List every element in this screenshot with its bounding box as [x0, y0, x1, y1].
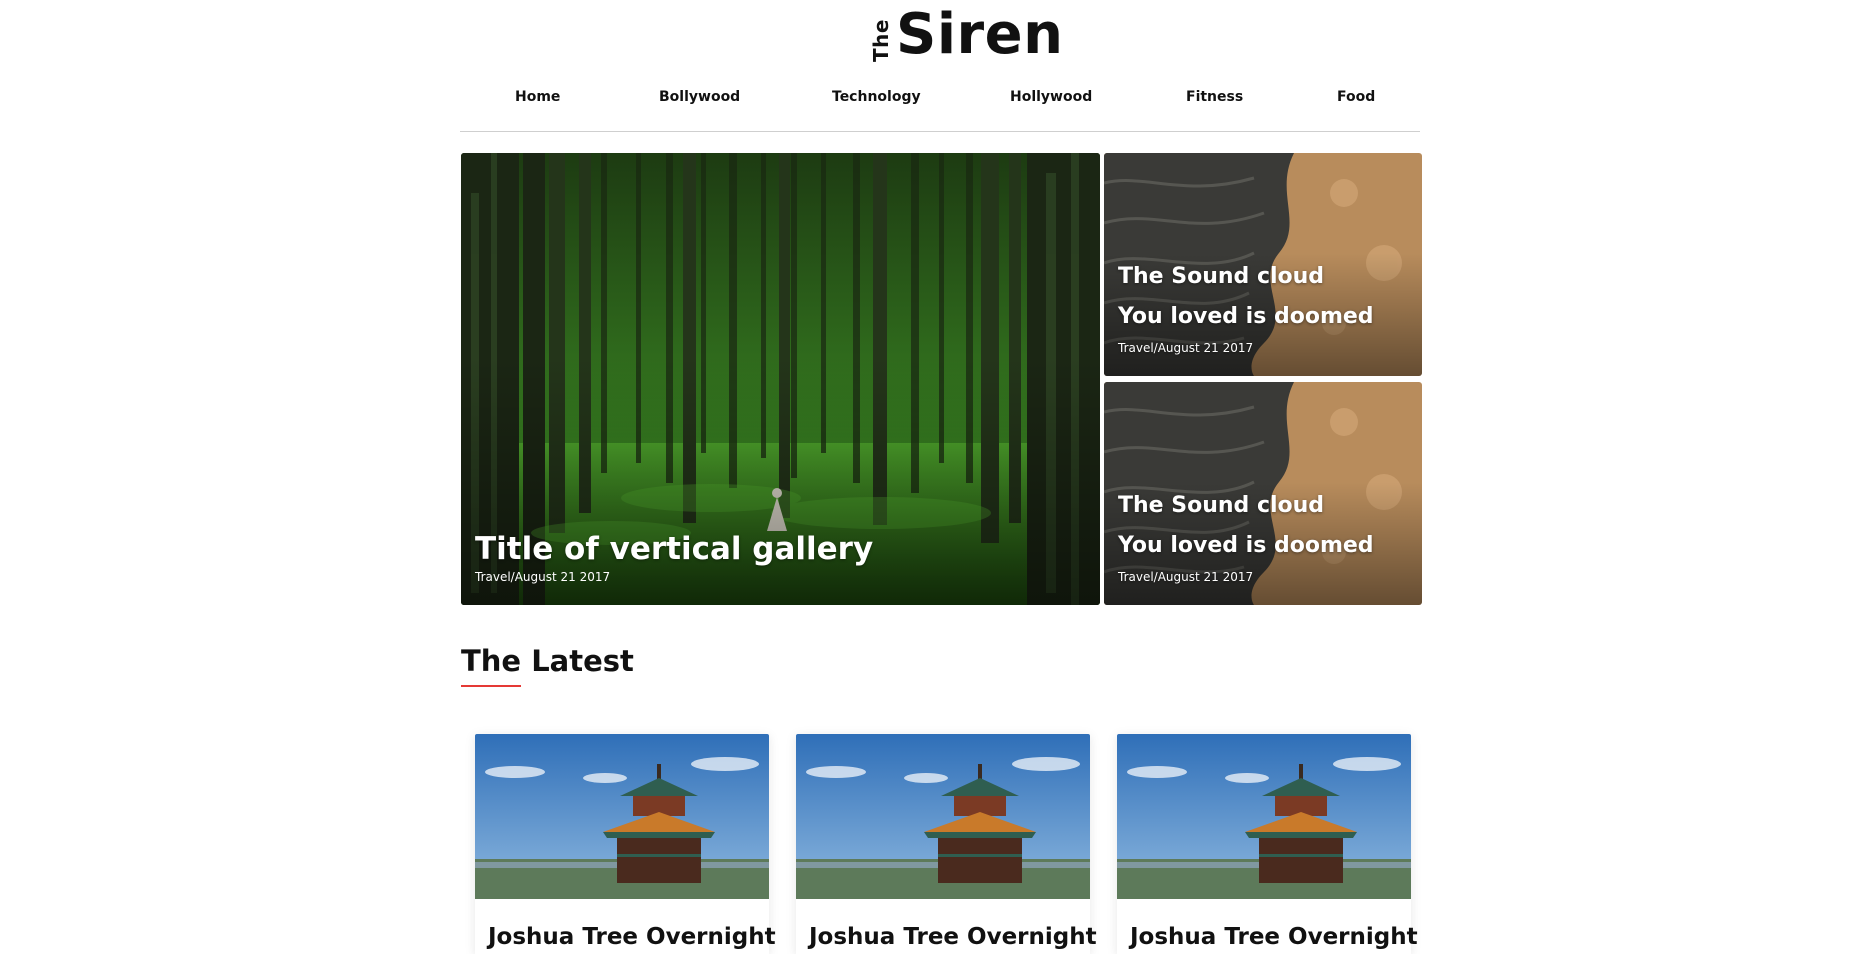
post-card[interactable]: Joshua Tree Overnight	[796, 734, 1097, 954]
nav-item-hollywood[interactable]: Hollywood	[1010, 89, 1092, 105]
main-nav: Home Bollywood Technology Hollywood Fitn…	[460, 89, 1420, 113]
post-thumbnail[interactable]	[796, 734, 1090, 899]
post-thumbnail[interactable]	[475, 734, 769, 899]
featured-side-card[interactable]: The Sound cloud You loved is doomed Trav…	[1104, 382, 1422, 605]
post-title[interactable]: Joshua Tree Overnight	[488, 924, 776, 950]
featured-main-title[interactable]: Title of vertical gallery	[475, 531, 873, 567]
post-thumbnail[interactable]	[1117, 734, 1411, 899]
pagoda-image	[475, 734, 769, 899]
logo-prefix: The	[869, 19, 893, 62]
site-logo[interactable]: The Siren	[0, 0, 1859, 80]
latest-heading: The Latest	[461, 644, 634, 678]
nav-item-home[interactable]: Home	[515, 89, 560, 105]
nav-item-bollywood[interactable]: Bollywood	[659, 89, 740, 105]
featured-main-card[interactable]: Title of vertical gallery Travel/August …	[461, 153, 1100, 605]
post-title[interactable]: Joshua Tree Overnight	[1130, 924, 1418, 950]
nav-item-fitness[interactable]: Fitness	[1186, 89, 1243, 105]
post-title[interactable]: Joshua Tree Overnight	[809, 924, 1097, 950]
featured-side-title-line1[interactable]: The Sound cloud	[1118, 264, 1324, 289]
nav-item-food[interactable]: Food	[1337, 89, 1375, 105]
nav-divider	[460, 131, 1420, 132]
latest-underline	[461, 685, 521, 687]
featured-main-meta: Travel/August 21 2017	[475, 570, 611, 584]
pagoda-image	[1117, 734, 1411, 899]
featured-side-card[interactable]: The Sound cloud You loved is doomed Trav…	[1104, 153, 1422, 376]
nav-item-technology[interactable]: Technology	[832, 89, 921, 105]
featured-side-title-line2[interactable]: You loved is doomed	[1118, 304, 1374, 329]
post-card[interactable]: Joshua Tree Overnight	[1117, 734, 1418, 954]
logo-name: Siren	[896, 2, 1064, 67]
post-card[interactable]: Joshua Tree Overnight	[475, 734, 776, 954]
featured-side-title-line1[interactable]: The Sound cloud	[1118, 493, 1324, 518]
featured-side-meta: Travel/August 21 2017	[1118, 341, 1254, 355]
featured-side-title-line2[interactable]: You loved is doomed	[1118, 533, 1374, 558]
featured-side-meta: Travel/August 21 2017	[1118, 570, 1254, 584]
pagoda-image	[796, 734, 1090, 899]
